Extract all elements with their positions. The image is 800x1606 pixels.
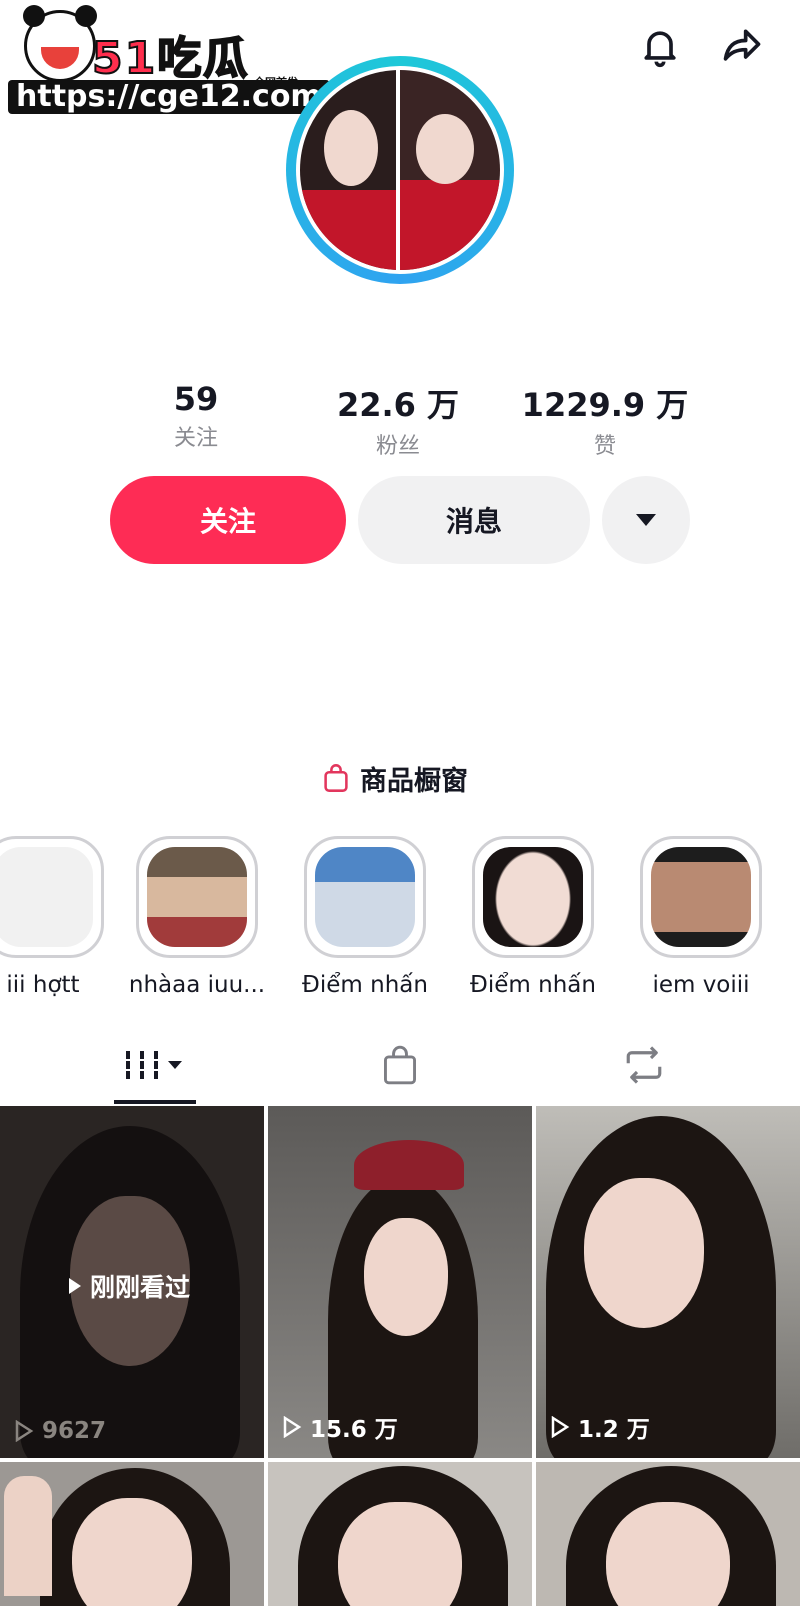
follow-button[interactable]: 关注 bbox=[110, 476, 346, 564]
video-thumbnail[interactable] bbox=[0, 1462, 264, 1606]
profile-avatar[interactable] bbox=[286, 56, 514, 284]
watermark-logo: 51吃瓜 bbox=[91, 32, 250, 85]
view-count: 15.6 万 bbox=[282, 1410, 398, 1444]
watermark-url: https://cge12.com bbox=[8, 80, 330, 114]
shopping-bag-icon bbox=[324, 764, 348, 792]
videos-tab[interactable] bbox=[110, 1026, 200, 1104]
highlight-item[interactable]: nhàaa iuu... bbox=[122, 836, 272, 998]
video-thumbnail[interactable]: 1.2 万 bbox=[536, 1106, 800, 1458]
repost-tab[interactable] bbox=[604, 1026, 684, 1104]
grid-icon bbox=[126, 1051, 182, 1079]
share-icon[interactable] bbox=[718, 22, 766, 70]
view-count: 1.2 万 bbox=[550, 1410, 650, 1444]
highlight-item[interactable]: iem voiii bbox=[626, 836, 776, 998]
message-button[interactable]: 消息 bbox=[358, 476, 590, 564]
highlight-item[interactable]: Điểm nhấn bbox=[290, 836, 440, 998]
highlight-item[interactable]: iii hợtt bbox=[0, 836, 118, 998]
view-count: 9627 bbox=[14, 1418, 106, 1444]
bell-icon[interactable] bbox=[636, 22, 684, 70]
shop-tab[interactable] bbox=[360, 1026, 440, 1104]
profile-tabs bbox=[0, 1026, 800, 1104]
repost-icon bbox=[626, 1046, 662, 1084]
stat-following[interactable]: 59 关注 bbox=[146, 380, 246, 452]
panda-logo-icon bbox=[23, 5, 97, 82]
active-tab-indicator bbox=[114, 1100, 196, 1104]
caret-down-icon bbox=[636, 514, 656, 526]
video-thumbnail[interactable]: 刚刚看过 9627 bbox=[0, 1106, 264, 1458]
video-thumbnail[interactable] bbox=[268, 1462, 532, 1606]
shop-window-link[interactable]: 商品橱窗 bbox=[322, 758, 468, 798]
watermark: 51吃瓜 全网首发 https://cge12.com bbox=[0, 0, 330, 118]
stat-followers[interactable]: 22.6 万 粉丝 bbox=[316, 380, 480, 460]
recently-watched-badge: 刚刚看过 bbox=[68, 1268, 190, 1304]
shopping-bag-icon bbox=[384, 1045, 416, 1085]
video-thumbnail[interactable] bbox=[536, 1462, 800, 1606]
highlight-item[interactable]: Điểm nhấn bbox=[458, 836, 608, 998]
more-dropdown-button[interactable] bbox=[602, 476, 690, 564]
video-thumbnail[interactable]: 15.6 万 bbox=[268, 1106, 532, 1458]
stat-likes[interactable]: 1229.9 万 赞 bbox=[520, 380, 690, 460]
shop-window-label: 商品橱窗 bbox=[360, 765, 468, 797]
